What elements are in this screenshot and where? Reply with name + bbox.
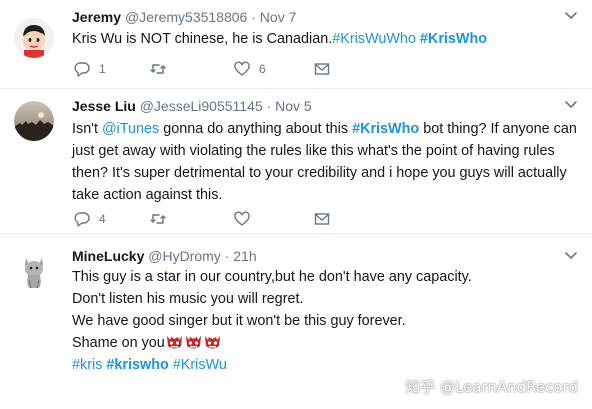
hashtag-link[interactable]: #KrisWuWho [332, 31, 416, 47]
tweet-line: We have good singer but it won't be this… [72, 313, 406, 329]
chevron-down-icon[interactable] [564, 8, 578, 22]
like-count: 6 [259, 62, 266, 76]
hashtag-link[interactable]: #kris [72, 357, 102, 373]
display-name[interactable]: Jeremy [72, 9, 121, 25]
chevron-down-icon[interactable] [564, 97, 578, 111]
hashtag-link[interactable]: #KrisWho [352, 121, 419, 137]
tweet-body: gonna do anything about this [159, 121, 353, 137]
retweet-icon [150, 64, 166, 74]
tweet-line-text: Shame on you [72, 335, 165, 351]
hashtag-link[interactable]: #KrisWu [173, 357, 227, 373]
reply-count: 1 [99, 62, 106, 76]
hashtag-line: #kris #kriswho #KrisWu [72, 354, 578, 376]
retweet-button[interactable] [150, 210, 175, 228]
retweet-button[interactable] [150, 60, 175, 78]
chevron-down-icon[interactable] [564, 248, 578, 262]
devil-mask-icon [185, 336, 201, 349]
emoji-group [166, 334, 221, 350]
avatar[interactable] [14, 18, 54, 58]
display-name[interactable]: Jesse Liu [72, 98, 136, 114]
timestamp[interactable]: 21h [233, 248, 256, 264]
tweet-body: Kris Wu is NOT chinese, he is Canadian. [72, 31, 333, 47]
tweet-header: MineLucky @HyDromy · 21h [72, 248, 257, 264]
devil-mask-icon [204, 336, 220, 349]
tweet-body: Isn't [72, 121, 102, 137]
reply-icon [74, 212, 90, 227]
envelope-icon [314, 213, 330, 225]
mention-link[interactable]: @iTunes [102, 121, 159, 137]
separator-dot: · [266, 98, 272, 114]
reply-button[interactable]: 4 [74, 210, 106, 228]
tweet-minelucky[interactable]: MineLucky @HyDromy · 21h This guy is a s… [0, 234, 592, 409]
tweet-line: Shame on you [72, 332, 578, 354]
hashtag-link[interactable]: #KrisWho [420, 31, 487, 47]
devil-mask-icon [166, 336, 182, 349]
tweet-line: Don't listen his music you will regret. [72, 291, 304, 307]
avatar[interactable] [14, 250, 54, 290]
watermark: 知乎 @LearnAndRecord [405, 378, 578, 396]
hashtag-link[interactable]: #kriswho [106, 357, 168, 373]
user-handle[interactable]: @HyDromy [148, 248, 221, 264]
direct-message-button[interactable] [314, 60, 330, 78]
like-button[interactable]: 6 [234, 60, 266, 78]
user-handle[interactable]: @JesseLi90551145 [140, 98, 263, 114]
envelope-icon [314, 63, 330, 75]
like-button[interactable] [234, 210, 259, 228]
retweet-icon [150, 214, 166, 224]
timestamp[interactable]: Nov 5 [275, 98, 312, 114]
tweet-jesse-liu[interactable]: Jesse Liu @JesseLi90551145 · Nov 5 Isn't… [0, 89, 592, 234]
user-handle[interactable]: @Jeremy53518806 [125, 9, 247, 25]
timestamp[interactable]: Nov 7 [260, 9, 297, 25]
tweet-text: Isn't @iTunes gonna do anything about th… [72, 118, 578, 206]
tweet-line: This guy is a star in our country,but he… [72, 269, 472, 285]
display-name[interactable]: MineLucky [72, 248, 144, 264]
tweet-jeremy[interactable]: Jeremy @Jeremy53518806 · Nov 7 Kris Wu i… [0, 0, 592, 89]
reply-count: 4 [99, 212, 106, 226]
heart-icon [234, 61, 250, 76]
reply-button[interactable]: 1 [74, 60, 106, 78]
separator-dot: · [224, 248, 230, 264]
tweet-text: This guy is a star in our country,but he… [72, 266, 578, 376]
tweet-header: Jesse Liu @JesseLi90551145 · Nov 5 [72, 98, 312, 114]
heart-icon [234, 211, 250, 226]
reply-icon [74, 62, 90, 77]
tweet-header: Jeremy @Jeremy53518806 · Nov 7 [72, 9, 296, 25]
avatar[interactable] [14, 101, 54, 141]
tweet-text: Kris Wu is NOT chinese, he is Canadian.#… [72, 28, 578, 50]
separator-dot: · [251, 9, 256, 25]
direct-message-button[interactable] [314, 210, 330, 228]
